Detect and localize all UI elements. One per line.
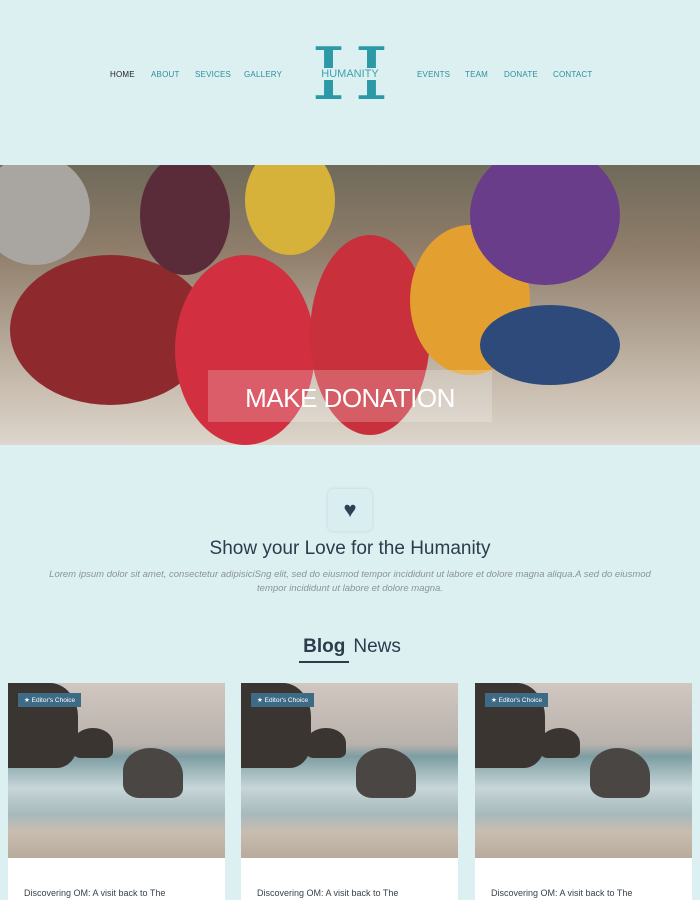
nav-team[interactable]: TEAM xyxy=(465,70,488,79)
card-image xyxy=(8,683,225,858)
card-title[interactable]: Discovering OM: A visit back to The xyxy=(24,888,165,898)
editors-choice-badge: ★ Editor's Choice xyxy=(251,693,315,707)
blog-card[interactable]: ★ Editor's Choice Discovering OM: A visi… xyxy=(241,683,458,900)
nav-about[interactable]: ABOUT xyxy=(151,70,180,79)
nav-home[interactable]: HOME xyxy=(110,70,135,79)
nav-donate[interactable]: DONATE xyxy=(504,70,538,79)
editors-choice-badge: ★ Editor's Choice xyxy=(18,693,82,707)
nav-services[interactable]: SEVICES xyxy=(195,70,231,79)
intro-text: Lorem ipsum dolor sit amet, consectetur … xyxy=(49,569,651,594)
hero-banner: MAKE DONATION xyxy=(0,165,700,445)
heart-icon: ♥ xyxy=(328,489,372,531)
nav-gallery[interactable]: GALLERY xyxy=(244,70,282,79)
nav-contact[interactable]: CONTACT xyxy=(553,70,592,79)
logo[interactable]: H HUMANITY xyxy=(311,38,389,110)
tab-blog[interactable]: Blog xyxy=(299,636,350,663)
card-image xyxy=(475,683,692,858)
card-image xyxy=(241,683,458,858)
logo-text: HUMANITY xyxy=(316,68,384,80)
tab-news[interactable]: News xyxy=(353,636,401,657)
section-title: Blog News xyxy=(0,636,700,663)
intro-heading: Show your Love for the Humanity xyxy=(209,538,491,559)
blog-card[interactable]: ★ Editor's Choice Discovering OM: A visi… xyxy=(8,683,225,900)
editors-choice-badge: ★ Editor's Choice xyxy=(485,693,549,707)
card-title[interactable]: Discovering OM: A visit back to The xyxy=(257,888,398,898)
card-title[interactable]: Discovering OM: A visit back to The xyxy=(491,888,632,898)
nav-events[interactable]: EVENTS xyxy=(417,70,450,79)
hero-title[interactable]: MAKE DONATION xyxy=(208,383,492,414)
blog-card[interactable]: ★ Editor's Choice Discovering OM: A visi… xyxy=(475,683,692,900)
